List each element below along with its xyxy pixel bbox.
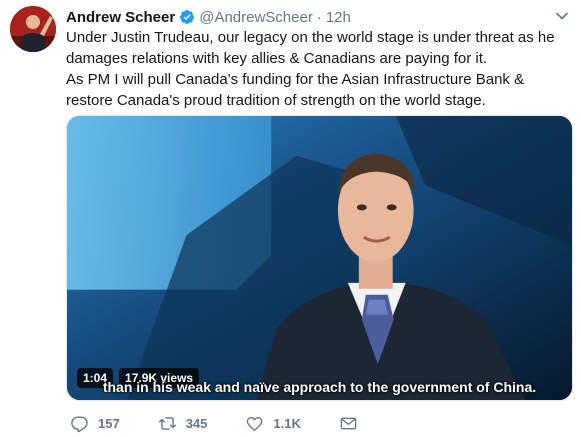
direct-message-button[interactable] — [339, 414, 367, 433]
retweet-icon — [158, 416, 176, 430]
verified-badge-icon — [179, 9, 195, 25]
meta-separator: · — [316, 8, 322, 26]
video-caption: than in his weak and naïve approach to t… — [102, 379, 537, 395]
reply-icon — [71, 415, 88, 432]
reply-button[interactable]: 157 — [70, 414, 120, 433]
video-frame — [67, 116, 572, 400]
retweet-count: 345 — [185, 415, 208, 431]
envelope-icon — [340, 417, 357, 429]
like-count: 1.1K — [273, 415, 301, 431]
retweet-button[interactable]: 345 — [158, 414, 208, 433]
tweet-timestamp[interactable]: 12h — [326, 9, 351, 26]
author-avatar[interactable] — [10, 6, 56, 52]
heart-icon — [247, 416, 263, 431]
tweet-paragraph: Under Justin Trudeau, our legacy on the … — [66, 29, 555, 67]
tweet-text: Under Justin Trudeau, our legacy on the … — [66, 27, 571, 111]
reply-count: 157 — [98, 415, 120, 431]
tweet-header: Andrew Scheer @AndrewScheer · 12h — [66, 7, 351, 27]
author-handle[interactable]: @AndrewScheer — [199, 9, 313, 26]
tweet-paragraph: As PM I will pull Canada's funding for t… — [66, 71, 525, 109]
tweet-actions: 157 345 1.1K — [70, 411, 405, 435]
like-button[interactable]: 1.1K — [245, 414, 301, 433]
video-player[interactable]: 1:04 17.9K views than in his weak and na… — [66, 115, 573, 401]
author-name[interactable]: Andrew Scheer — [66, 9, 175, 26]
chevron-down-icon[interactable] — [555, 9, 569, 23]
